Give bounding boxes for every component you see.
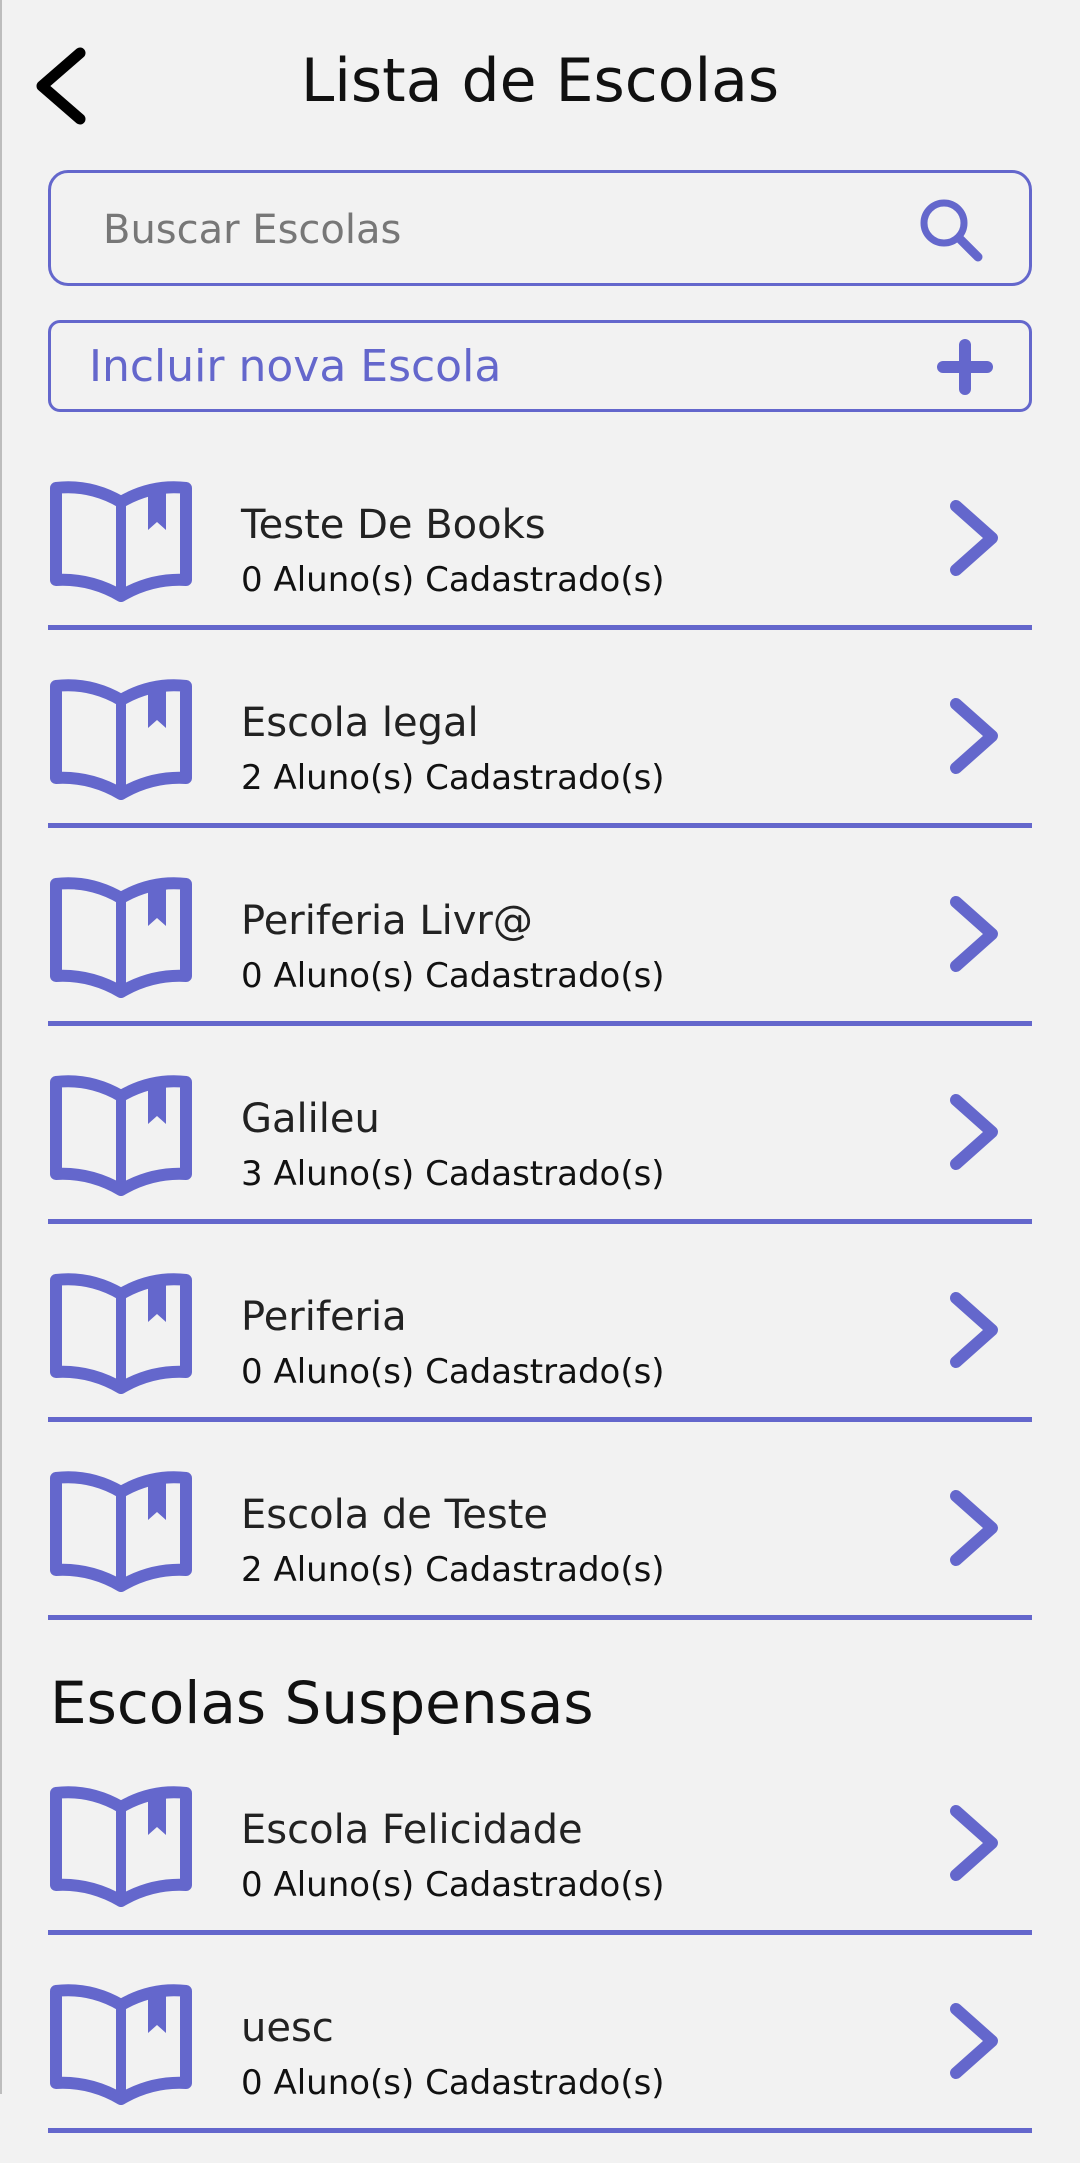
- school-item[interactable]: Galileu 3 Aluno(s) Cadastrado(s): [48, 1064, 1032, 1254]
- school-item[interactable]: Periferia 0 Aluno(s) Cadastrado(s): [48, 1262, 1032, 1452]
- page-title: Lista de Escolas: [300, 46, 780, 116]
- school-name: Galileu: [241, 1096, 380, 1142]
- student-count: 0 Aluno(s) Cadastrado(s): [241, 956, 665, 996]
- list-divider: [48, 1930, 1032, 1935]
- search-bar: [48, 170, 1032, 286]
- chevron-right-icon: [950, 1490, 998, 1566]
- open-book-icon: [50, 1984, 192, 2105]
- student-count: 2 Aluno(s) Cadastrado(s): [241, 758, 665, 798]
- screen-edge: [0, 0, 2, 2094]
- school-item[interactable]: uesc 0 Aluno(s) Cadastrado(s): [48, 1973, 1032, 2163]
- chevron-right-icon: [950, 896, 998, 972]
- open-book-icon: [50, 877, 192, 998]
- chevron-right-icon: [950, 1292, 998, 1368]
- school-name: Teste De Books: [241, 502, 546, 548]
- school-name: Escola legal: [241, 700, 479, 746]
- school-name: Periferia: [241, 1294, 407, 1340]
- school-item[interactable]: Periferia Livr@ 0 Aluno(s) Cadastrado(s): [48, 866, 1032, 1056]
- school-name: Escola de Teste: [241, 1492, 549, 1538]
- list-divider: [48, 823, 1032, 828]
- student-count: 3 Aluno(s) Cadastrado(s): [241, 1154, 665, 1194]
- chevron-right-icon: [950, 698, 998, 774]
- chevron-right-icon: [950, 500, 998, 576]
- add-school-label: Incluir nova Escola: [89, 341, 502, 392]
- student-count: 2 Aluno(s) Cadastrado(s): [241, 1550, 665, 1590]
- list-divider: [48, 625, 1032, 630]
- chevron-right-icon: [950, 2003, 998, 2079]
- student-count: 0 Aluno(s) Cadastrado(s): [241, 560, 665, 600]
- list-divider: [48, 1219, 1032, 1224]
- student-count: 0 Aluno(s) Cadastrado(s): [241, 1865, 665, 1905]
- school-name: Escola Felicidade: [241, 1807, 583, 1853]
- chevron-right-icon: [950, 1094, 998, 1170]
- add-school-button[interactable]: Incluir nova Escola: [48, 320, 1032, 412]
- plus-icon: [937, 339, 993, 395]
- school-item[interactable]: Escola Felicidade 0 Aluno(s) Cadastrado(s…: [48, 1775, 1032, 1965]
- search-input[interactable]: [101, 195, 905, 265]
- student-count: 0 Aluno(s) Cadastrado(s): [241, 1352, 665, 1392]
- open-book-icon: [50, 679, 192, 800]
- open-book-icon: [50, 481, 192, 602]
- open-book-icon: [50, 1075, 192, 1196]
- open-book-icon: [50, 1273, 192, 1394]
- school-item[interactable]: Escola de Teste 2 Aluno(s) Cadastrado(s): [48, 1460, 1032, 1650]
- list-divider: [48, 1615, 1032, 1620]
- list-divider: [48, 2128, 1032, 2133]
- school-item[interactable]: Teste De Books 0 Aluno(s) Cadastrado(s): [48, 470, 1032, 660]
- student-count: 0 Aluno(s) Cadastrado(s): [241, 2063, 665, 2103]
- open-book-icon: [50, 1471, 192, 1592]
- school-name: Periferia Livr@: [241, 898, 533, 944]
- list-divider: [48, 1417, 1032, 1422]
- school-item[interactable]: Escola legal 2 Aluno(s) Cadastrado(s): [48, 668, 1032, 858]
- school-name: uesc: [241, 2005, 334, 2051]
- suspended-section-title: Escolas Suspensas: [50, 1669, 594, 1737]
- search-icon: [920, 199, 983, 262]
- chevron-right-icon: [950, 1805, 998, 1881]
- open-book-icon: [50, 1786, 192, 1907]
- search-button[interactable]: [918, 197, 984, 263]
- app-header: Lista de Escolas: [0, 0, 1080, 165]
- list-divider: [48, 1021, 1032, 1026]
